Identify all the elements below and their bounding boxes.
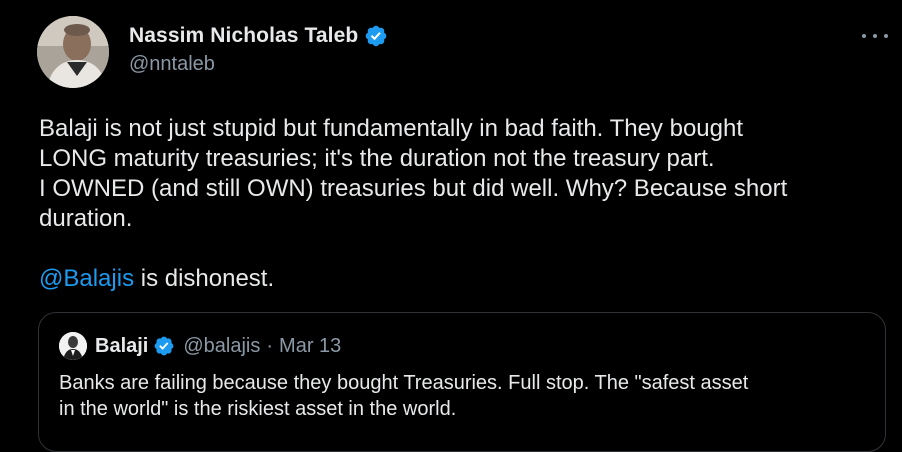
tweet-body-line: Balaji is not just stupid but fundamenta…: [39, 115, 744, 142]
quoted-tweet-line: in the world" is the riskiest asset in t…: [59, 398, 457, 420]
author-avatar[interactable]: [37, 16, 109, 88]
tweet-body-line: I OWNED (and still OWN) treasuries but d…: [39, 175, 788, 202]
mention-link[interactable]: @Balajis: [39, 265, 134, 292]
tweet: Nassim Nicholas Taleb @nntaleb Balaji is…: [0, 0, 902, 452]
quoted-tweet-line: Banks are failing because they bought Tr…: [59, 372, 749, 394]
mention-suffix: is dishonest.: [134, 265, 275, 292]
quoted-tweet-date[interactable]: Mar 13: [279, 335, 341, 358]
verified-badge-icon: [364, 24, 388, 48]
tweet-body-line: duration.: [39, 205, 133, 232]
separator-dot: ·: [266, 334, 274, 357]
quoted-author-avatar[interactable]: [59, 332, 87, 360]
profile-photo-icon: [37, 16, 109, 88]
tweet-body: Balaji is not just stupid but fundamenta…: [39, 114, 869, 294]
author-handle[interactable]: @nntaleb: [129, 53, 215, 76]
tweet-body-line-mention: @Balajis is dishonest.: [39, 264, 869, 294]
more-options-icon[interactable]: [862, 26, 888, 46]
author-name-row: Nassim Nicholas Taleb: [129, 22, 388, 50]
quoted-author-name[interactable]: Balaji: [95, 335, 148, 358]
author-display-name[interactable]: Nassim Nicholas Taleb: [129, 24, 358, 48]
quoted-tweet[interactable]: Balaji @balajis · Mar 13 Banks are faili…: [38, 312, 886, 452]
quoted-author-handle[interactable]: @balajis: [183, 335, 260, 358]
tweet-body-line: LONG maturity treasuries; it's the durat…: [39, 145, 715, 172]
quoted-verified-badge-icon: [153, 335, 175, 357]
quoted-tweet-header: Balaji @balajis · Mar 13: [59, 332, 341, 360]
quoted-tweet-body: Banks are failing because they bought Tr…: [59, 370, 869, 422]
quoted-profile-photo-icon: [59, 332, 87, 360]
